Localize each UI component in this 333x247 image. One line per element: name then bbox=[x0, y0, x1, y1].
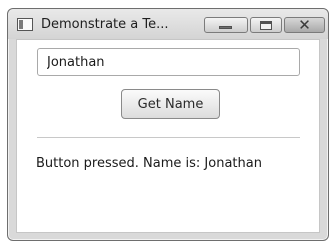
maximize-icon bbox=[260, 21, 272, 30]
title-bar[interactable]: Demonstrate a Te... ✕ bbox=[8, 9, 328, 39]
close-button[interactable]: ✕ bbox=[284, 16, 325, 34]
maximize-button[interactable] bbox=[250, 17, 282, 33]
minimize-button[interactable] bbox=[204, 17, 248, 33]
status-label: Button pressed. Name is: Jonathan bbox=[36, 156, 262, 171]
close-icon: ✕ bbox=[298, 16, 311, 34]
separator bbox=[37, 137, 300, 138]
window-title: Demonstrate a Te... bbox=[41, 17, 169, 32]
app-window: Demonstrate a Te... ✕ bbox=[7, 8, 329, 241]
get-name-button[interactable]: Get Name bbox=[121, 89, 220, 119]
app-icon[interactable] bbox=[17, 18, 33, 31]
minimize-icon bbox=[219, 26, 232, 29]
name-input[interactable] bbox=[37, 48, 300, 76]
